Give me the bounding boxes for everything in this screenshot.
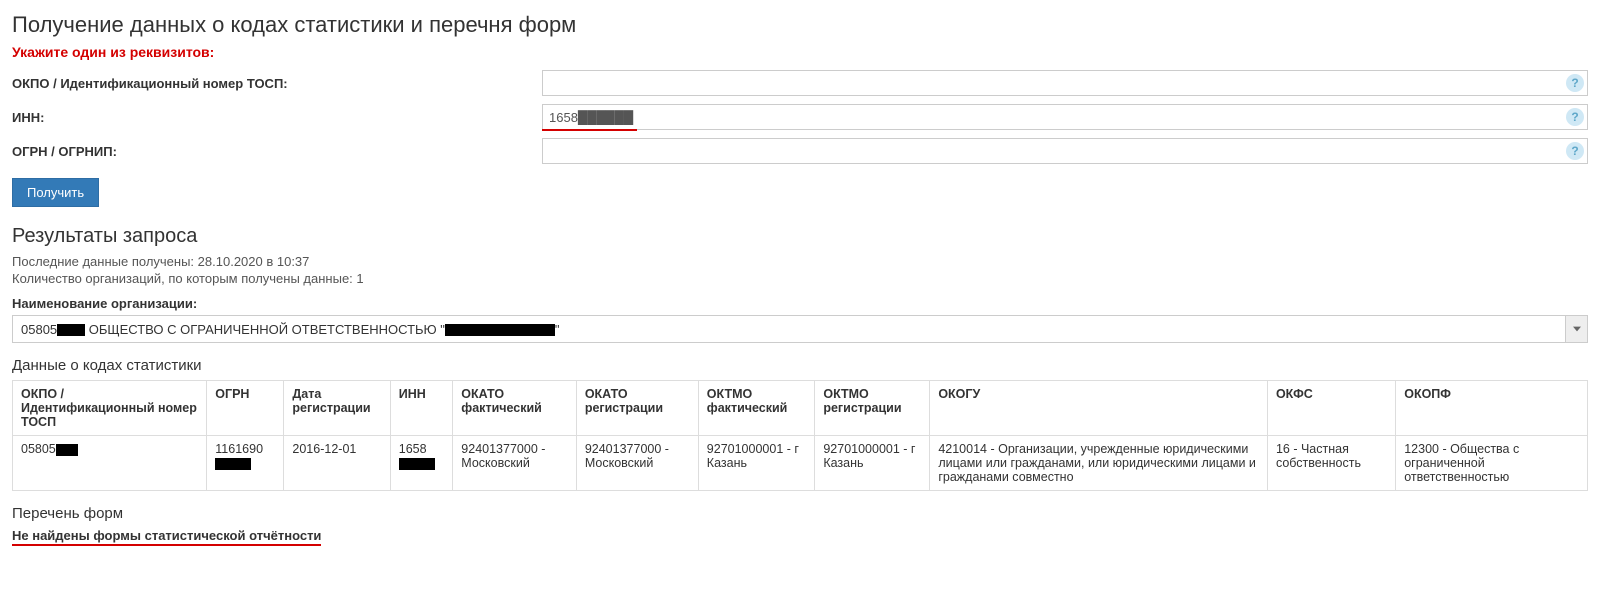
cell-oktmo-fact: 92701000001 - г Казань	[698, 436, 815, 491]
forms-title: Перечень форм	[12, 505, 1588, 522]
col-okpo: ОКПО / Идентификационный номер ТОСП	[13, 381, 207, 436]
inn-input[interactable]	[542, 104, 1588, 130]
count-line: Количество организаций, по которым получ…	[12, 271, 1588, 286]
col-okato-reg: ОКАТО регистрации	[576, 381, 698, 436]
cell-okopf: 12300 - Общества с ограниченной ответств…	[1396, 436, 1588, 491]
col-okopf: ОКОПФ	[1396, 381, 1588, 436]
table-header-row: ОКПО / Идентификационный номер ТОСП ОГРН…	[13, 381, 1588, 436]
cell-oktmo-reg: 92701000001 - г Казань	[815, 436, 930, 491]
inn-underline-highlight	[542, 129, 637, 131]
col-oktmo-fact: ОКТМО фактический	[698, 381, 815, 436]
org-select-value: 05805 ОБЩЕСТВО С ОГРАНИЧЕННОЙ ОТВЕТСТВЕН…	[13, 322, 1565, 337]
cell-okfs: 16 - Частная собственность	[1267, 436, 1395, 491]
cell-okato-fact: 92401377000 - Московский	[453, 436, 577, 491]
org-select[interactable]: 05805 ОБЩЕСТВО С ОГРАНИЧЕННОЙ ОТВЕТСТВЕН…	[12, 315, 1588, 343]
help-icon[interactable]: ?	[1566, 142, 1584, 160]
cell-ogrn: 1161690	[207, 436, 284, 491]
col-inn: ИНН	[390, 381, 453, 436]
col-okfs: ОКФС	[1267, 381, 1395, 436]
col-oktmo-reg: ОКТМО регистрации	[815, 381, 930, 436]
org-name-label: Наименование организации:	[12, 296, 1588, 311]
help-icon[interactable]: ?	[1566, 108, 1584, 126]
cell-okato-reg: 92401377000 - Московский	[576, 436, 698, 491]
col-ogrn: ОГРН	[207, 381, 284, 436]
col-reg-date: Дата регистрации	[284, 381, 390, 436]
last-received-line: Последние данные получены: 28.10.2020 в …	[12, 254, 1588, 269]
instruction-text: Укажите один из реквизитов:	[12, 44, 1588, 60]
help-icon[interactable]: ?	[1566, 74, 1584, 92]
col-okogu: ОКОГУ	[930, 381, 1268, 436]
cell-okpo: 05805	[13, 436, 207, 491]
stats-table: ОКПО / Идентификационный номер ТОСП ОГРН…	[12, 380, 1588, 491]
forms-not-found: Не найдены формы статистической отчётнос…	[12, 528, 321, 546]
inn-label: ИНН:	[12, 110, 542, 125]
okpo-label: ОКПО / Идентификационный номер ТОСП:	[12, 76, 542, 91]
ogrn-input[interactable]	[542, 138, 1588, 164]
page-title: Получение данных о кодах статистики и пе…	[12, 12, 1588, 38]
stats-title: Данные о кодах статистики	[12, 357, 1588, 374]
table-row: 05805 1161690 2016-12-01 1658 9240137700…	[13, 436, 1588, 491]
results-title: Результаты запроса	[12, 225, 1588, 248]
col-okato-fact: ОКАТО фактический	[453, 381, 577, 436]
cell-reg-date: 2016-12-01	[284, 436, 390, 491]
ogrn-label: ОГРН / ОГРНИП:	[12, 144, 542, 159]
chevron-down-icon[interactable]	[1565, 316, 1587, 342]
submit-button[interactable]: Получить	[12, 178, 99, 207]
okpo-input[interactable]	[542, 70, 1588, 96]
cell-okogu: 4210014 - Организации, учрежденные юриди…	[930, 436, 1268, 491]
cell-inn: 1658	[390, 436, 453, 491]
